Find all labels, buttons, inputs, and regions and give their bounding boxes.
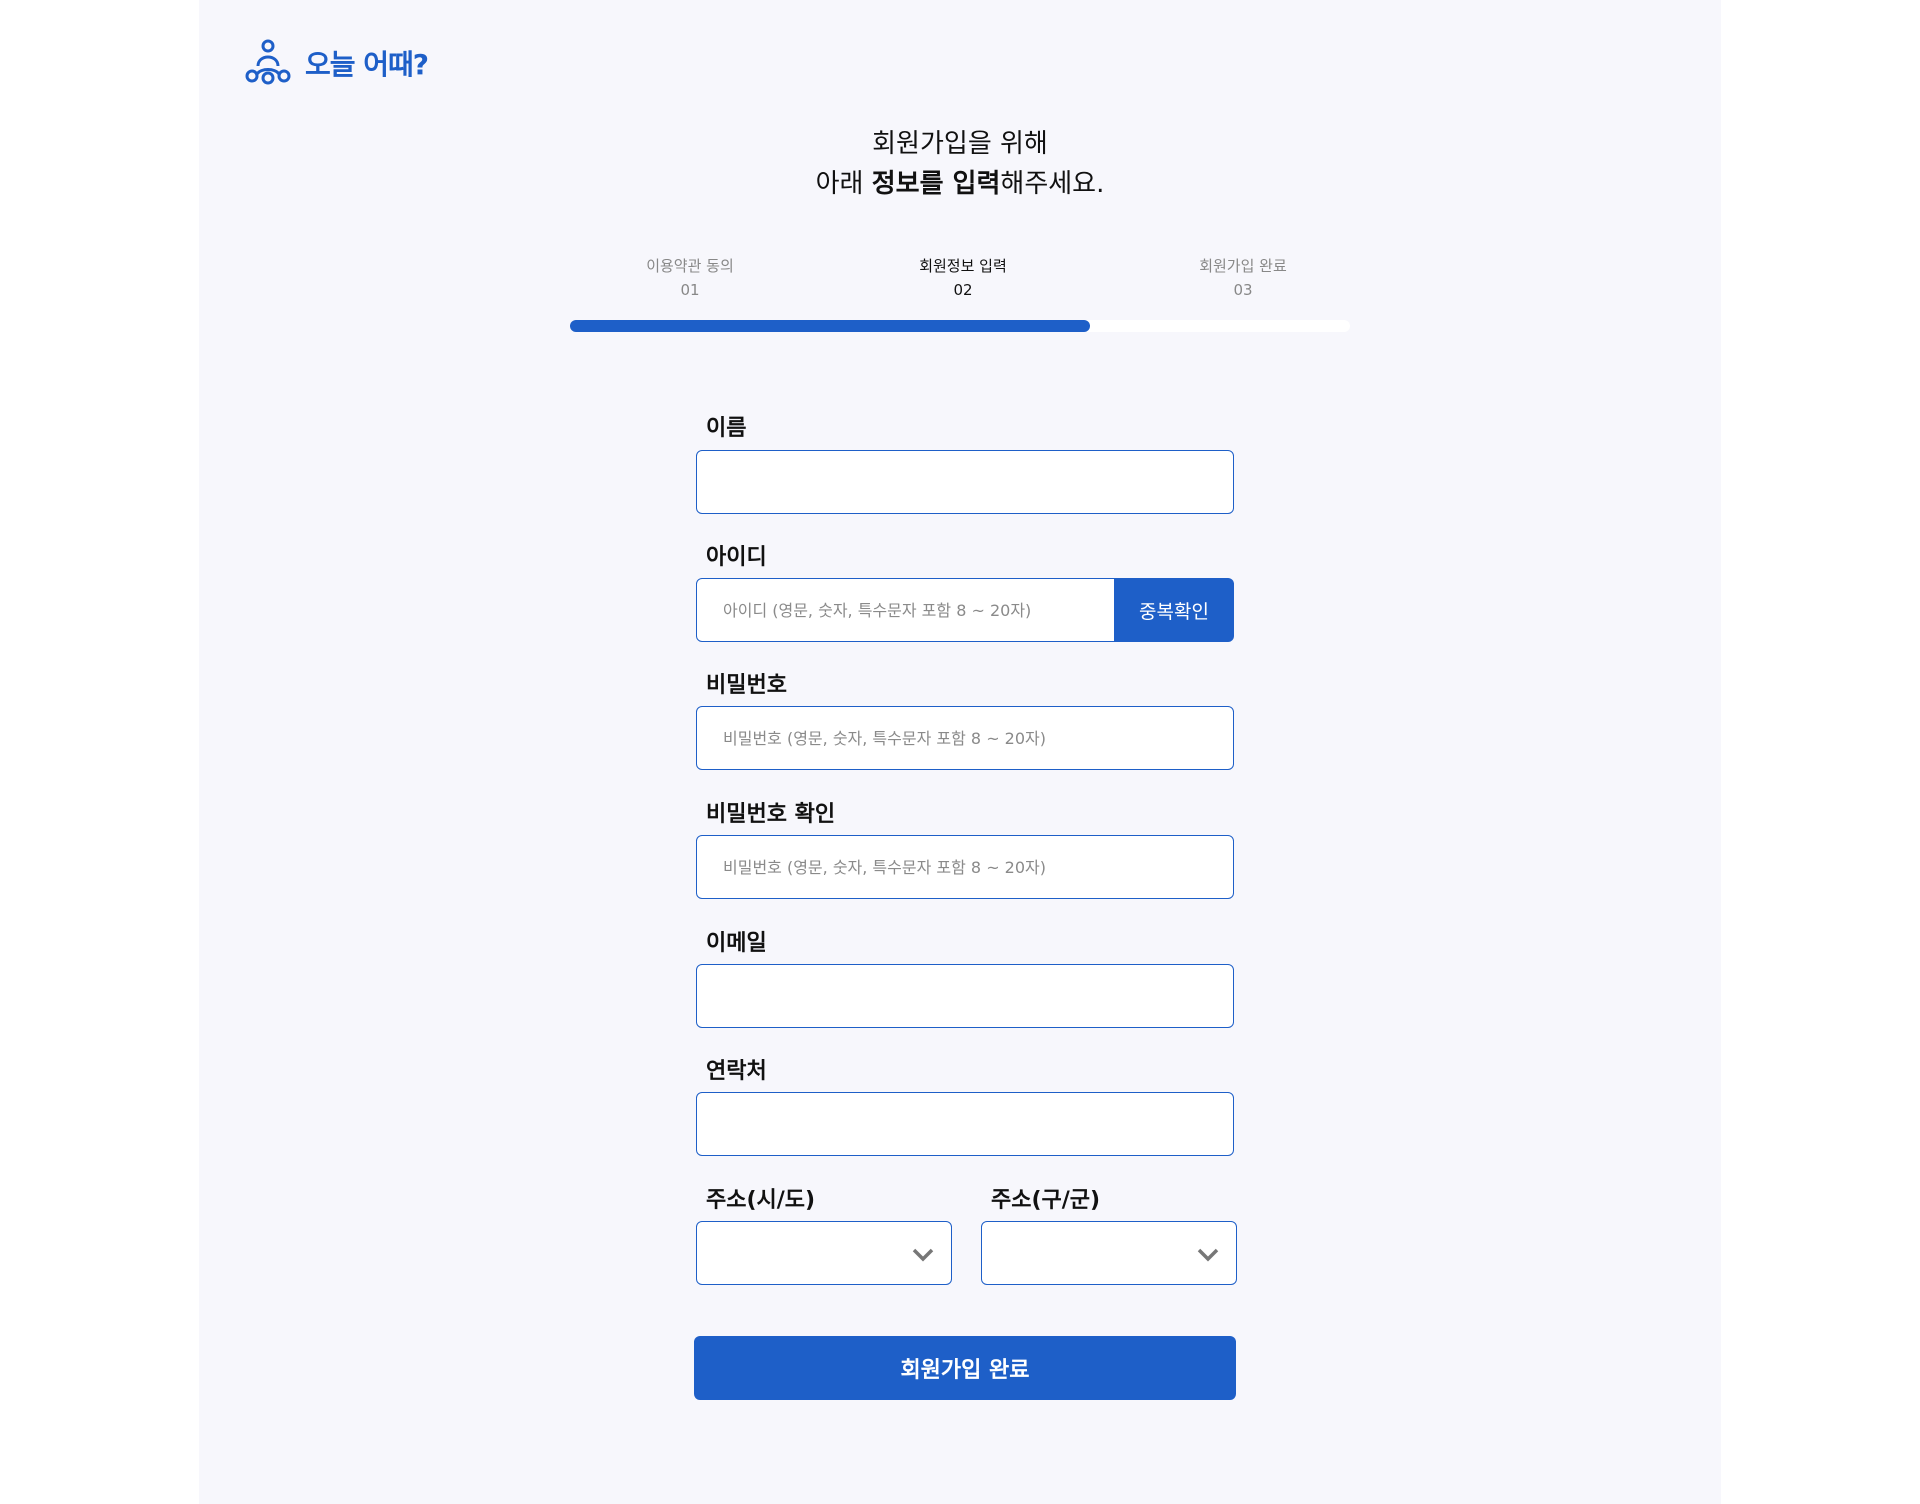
headline-line1: 회원가입을 위해 — [872, 129, 1048, 159]
step-number: 03 — [1233, 281, 1253, 299]
step-member-info: 회원정보 입력 02 — [843, 254, 1083, 302]
duplicate-check-button[interactable]: 중복확인 — [1114, 578, 1234, 642]
name-label: 이름 — [706, 416, 747, 441]
progress-fill — [570, 320, 1091, 332]
name-input[interactable] — [696, 450, 1234, 514]
phone-label: 연락처 — [706, 1059, 767, 1084]
brand-name: 오늘 어때? — [305, 48, 429, 81]
step-label: 회원정보 입력 — [919, 257, 1007, 275]
step-label: 이용약관 동의 — [646, 257, 734, 275]
password-label: 비밀번호 — [706, 673, 787, 698]
step-complete: 회원가입 완료 03 — [1123, 254, 1363, 302]
headline-bold: 정보를 입력 — [871, 169, 1001, 199]
chevron-down-icon — [1197, 1248, 1219, 1262]
email-input[interactable] — [696, 964, 1234, 1028]
step-label: 회원가입 완료 — [1199, 257, 1287, 275]
headline-line2: 아래 정보를 입력해주세요. — [0, 164, 1920, 204]
address-city-label: 주소(시/도) — [706, 1188, 816, 1213]
user-id-input[interactable] — [696, 578, 1118, 642]
address-district-label: 주소(구/군) — [991, 1188, 1101, 1213]
step-terms: 이용약관 동의 01 — [570, 254, 810, 302]
page-headline: 회원가입을 위해 아래 정보를 입력해주세요. — [0, 124, 1920, 204]
signup-complete-button[interactable]: 회원가입 완료 — [694, 1336, 1236, 1400]
password-confirm-label: 비밀번호 확인 — [706, 802, 836, 827]
user-id-label: 아이디 — [706, 545, 767, 570]
step-number: 02 — [953, 281, 973, 299]
brand-logo[interactable]: 오늘 어때? — [243, 38, 429, 88]
progress-bar — [570, 320, 1350, 332]
step-number: 01 — [680, 281, 700, 299]
password-confirm-input[interactable] — [696, 835, 1234, 899]
headline-prefix: 아래 — [815, 169, 872, 199]
headline-suffix: 해주세요. — [1000, 169, 1105, 199]
people-cluster-icon — [245, 39, 291, 85]
email-label: 이메일 — [706, 931, 767, 956]
address-district-select[interactable] — [981, 1221, 1237, 1285]
password-input[interactable] — [696, 706, 1234, 770]
chevron-down-icon — [912, 1248, 934, 1262]
phone-input[interactable] — [696, 1092, 1234, 1156]
address-city-select[interactable] — [696, 1221, 952, 1285]
